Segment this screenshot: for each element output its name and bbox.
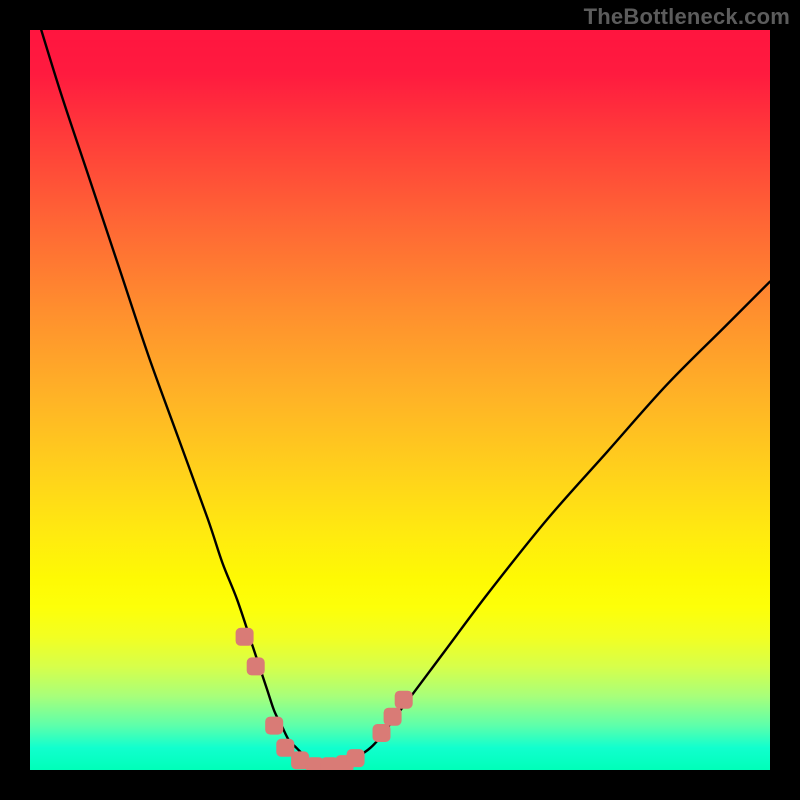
- curve-marker: [395, 691, 413, 709]
- bottleneck-curve: [30, 30, 770, 766]
- watermark-text: TheBottleneck.com: [584, 4, 790, 30]
- curve-marker: [373, 724, 391, 742]
- curve-marker: [276, 739, 294, 757]
- curve-layer: [30, 30, 770, 770]
- curve-marker: [265, 717, 283, 735]
- curve-marker: [347, 749, 365, 767]
- chart-frame: TheBottleneck.com: [0, 0, 800, 800]
- curve-marker: [384, 708, 402, 726]
- curve-marker: [247, 657, 265, 675]
- plot-area: [30, 30, 770, 770]
- curve-marker: [236, 628, 254, 646]
- curve-markers: [236, 628, 413, 770]
